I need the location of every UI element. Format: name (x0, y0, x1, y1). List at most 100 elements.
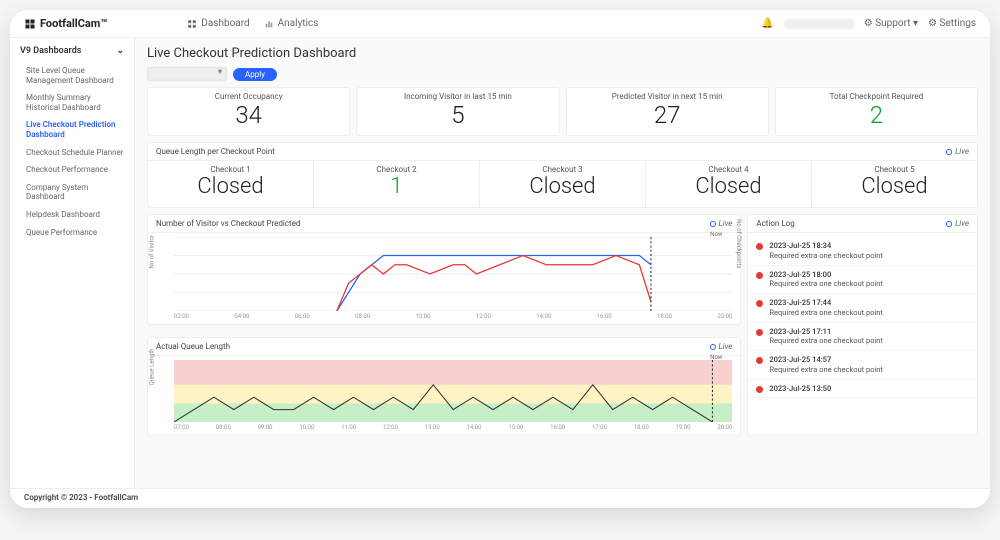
dashboard-icon (187, 19, 197, 29)
action-log-item: 2023-Jul-25 18:00Required extra one chec… (748, 266, 977, 295)
kpi-value: 5 (357, 101, 558, 129)
logo-icon (24, 18, 36, 30)
action-time: 2023-Jul-25 14:57 (769, 355, 883, 365)
live-indicator: Live (946, 147, 969, 156)
sidebar-item[interactable]: Checkout Performance (20, 161, 124, 179)
top-nav: Dashboard Analytics (187, 18, 318, 29)
analytics-icon (264, 19, 274, 29)
action-log-item: 2023-Jul-25 14:57Required extra one chec… (748, 351, 977, 380)
footer: Copyright © 2023 - FootfallCam (10, 488, 990, 508)
action-log-item: 2023-Jul-25 17:11Required extra one chec… (748, 323, 977, 352)
action-log-title: Action Log (756, 219, 794, 228)
control-row: Apply (147, 67, 978, 81)
action-time: 2023-Jul-25 13:50 (769, 384, 831, 394)
kpi-value: 27 (567, 101, 768, 129)
sidebar-item[interactable]: Helpdesk Dashboard (20, 206, 124, 224)
sidebar-item[interactable]: Queue Performance (20, 224, 124, 242)
topbar-right: 🔔 ⚙ Support ▾ ⚙ Settings (761, 18, 976, 29)
now-label: Now (710, 231, 722, 238)
queue-chart: Queue Length Now (148, 356, 740, 424)
checkout-label: Checkout 3 (480, 165, 645, 174)
y-axis-label: Queue Length (149, 349, 156, 386)
sidebar-heading[interactable]: V9 Dashboards ⌄ (20, 46, 124, 56)
action-message: Required extra one checkout point (769, 336, 883, 346)
brand-logo: FootfallCam™ (24, 17, 107, 30)
apply-button[interactable]: Apply (233, 68, 277, 81)
sidebar-item[interactable]: Live Checkout Prediction Dashboard (20, 116, 124, 143)
action-log-item: 2023-Jul-25 17:44Required extra one chec… (748, 294, 977, 323)
live-indicator: Live (946, 219, 969, 228)
chevron-down-icon: ⌄ (116, 46, 124, 56)
action-log-list[interactable]: 2023-Jul-25 18:34Required extra one chec… (748, 233, 977, 401)
kpi-card: Total Checkpoint Required2 (775, 87, 978, 136)
checkout-value: 1 (314, 174, 479, 199)
sidebar-item[interactable]: Site Level Queue Management Dashboard (20, 62, 124, 89)
nav-analytics[interactable]: Analytics (264, 18, 319, 29)
kpi-value: 34 (148, 101, 349, 129)
checkout-cell: Checkout 21 (314, 161, 480, 207)
now-label: Now (710, 354, 722, 361)
notification-bell-icon[interactable]: 🔔 (761, 18, 773, 29)
main-content: Live Checkout Prediction Dashboard Apply… (135, 38, 990, 488)
kpi-label: Incoming Visitor in last 15 min (357, 92, 558, 101)
alert-dot-icon (756, 329, 763, 336)
sidebar-item[interactable]: Company System Dashboard (20, 179, 124, 206)
kpi-card: Predicted Visitor in next 15 min27 (566, 87, 769, 136)
checkout-value: Closed (812, 174, 977, 199)
queue-length-panel: Queue Length per Checkout Point Live Che… (147, 142, 978, 208)
alert-dot-icon (756, 357, 763, 364)
site-select[interactable] (147, 67, 227, 81)
sidebar: V9 Dashboards ⌄ Site Level Queue Managem… (10, 38, 135, 488)
checkout-cell: Checkout 1Closed (148, 161, 314, 207)
kpi-row: Current Occupancy34Incoming Visitor in l… (147, 87, 978, 136)
alert-dot-icon (756, 243, 763, 250)
visitor-chart-panel: Number of Visitor vs Checkout Predicted … (147, 214, 741, 325)
kpi-label: Current Occupancy (148, 92, 349, 101)
y-axis-label: No of Visitor (149, 235, 156, 268)
user-menu[interactable] (784, 19, 854, 29)
checkout-label: Checkout 5 (812, 165, 977, 174)
checkout-value: Closed (480, 174, 645, 199)
action-log-panel: Action Log Live 2023-Jul-25 18:34Require… (747, 214, 978, 436)
action-log-item: 2023-Jul-25 13:50 (748, 380, 977, 399)
alert-dot-icon (756, 272, 763, 279)
live-indicator: Live (710, 342, 733, 351)
action-time: 2023-Jul-25 17:11 (769, 327, 883, 337)
nav-analytics-label: Analytics (278, 18, 319, 29)
checkout-label: Checkout 2 (314, 165, 479, 174)
action-time: 2023-Jul-25 17:44 (769, 298, 883, 308)
nav-dashboard-label: Dashboard (201, 18, 249, 29)
action-time: 2023-Jul-25 18:34 (769, 241, 883, 251)
kpi-label: Predicted Visitor in next 15 min (567, 92, 768, 101)
brand-text: FootfallCam™ (40, 17, 107, 30)
queue-panel-title: Queue Length per Checkout Point (156, 147, 275, 156)
settings-link[interactable]: ⚙ Settings (928, 18, 976, 29)
action-message: Required extra one checkout point (769, 279, 883, 289)
queue-chart-title: Actual Queue Length (156, 342, 230, 351)
sidebar-item[interactable]: Monthly Summary Historical Dashboard (20, 89, 124, 116)
kpi-card: Current Occupancy34 (147, 87, 350, 136)
visitor-chart-title: Number of Visitor vs Checkout Predicted (156, 219, 300, 228)
nav-dashboard[interactable]: Dashboard (187, 18, 249, 29)
page-title: Live Checkout Prediction Dashboard (147, 46, 978, 61)
y2-axis-label: No of Checkpoints (735, 219, 742, 268)
support-link[interactable]: ⚙ Support ▾ (864, 18, 918, 29)
topbar: FootfallCam™ Dashboard Analytics 🔔 ⚙ Sup… (10, 10, 990, 38)
alert-dot-icon (756, 300, 763, 307)
checkout-label: Checkout 1 (148, 165, 313, 174)
sidebar-item[interactable]: Checkout Schedule Planner (20, 144, 124, 162)
checkout-cell: Checkout 4Closed (646, 161, 812, 207)
action-message: Required extra one checkout point (769, 308, 883, 318)
kpi-value: 2 (776, 101, 977, 129)
action-message: Required extra one checkout point (769, 251, 883, 261)
queue-chart-panel: Actual Queue Length Live Queue Length No… (147, 337, 741, 436)
action-log-item: 2023-Jul-25 18:34Required extra one chec… (748, 237, 977, 266)
checkout-cell: Checkout 5Closed (812, 161, 977, 207)
kpi-label: Total Checkpoint Required (776, 92, 977, 101)
checkout-value: Closed (148, 174, 313, 199)
alert-dot-icon (756, 386, 763, 393)
visitor-chart: No of Visitor No of Checkpoints Now (148, 233, 740, 313)
checkout-cell: Checkout 3Closed (480, 161, 646, 207)
live-indicator: Live (710, 219, 733, 228)
kpi-card: Incoming Visitor in last 15 min5 (356, 87, 559, 136)
